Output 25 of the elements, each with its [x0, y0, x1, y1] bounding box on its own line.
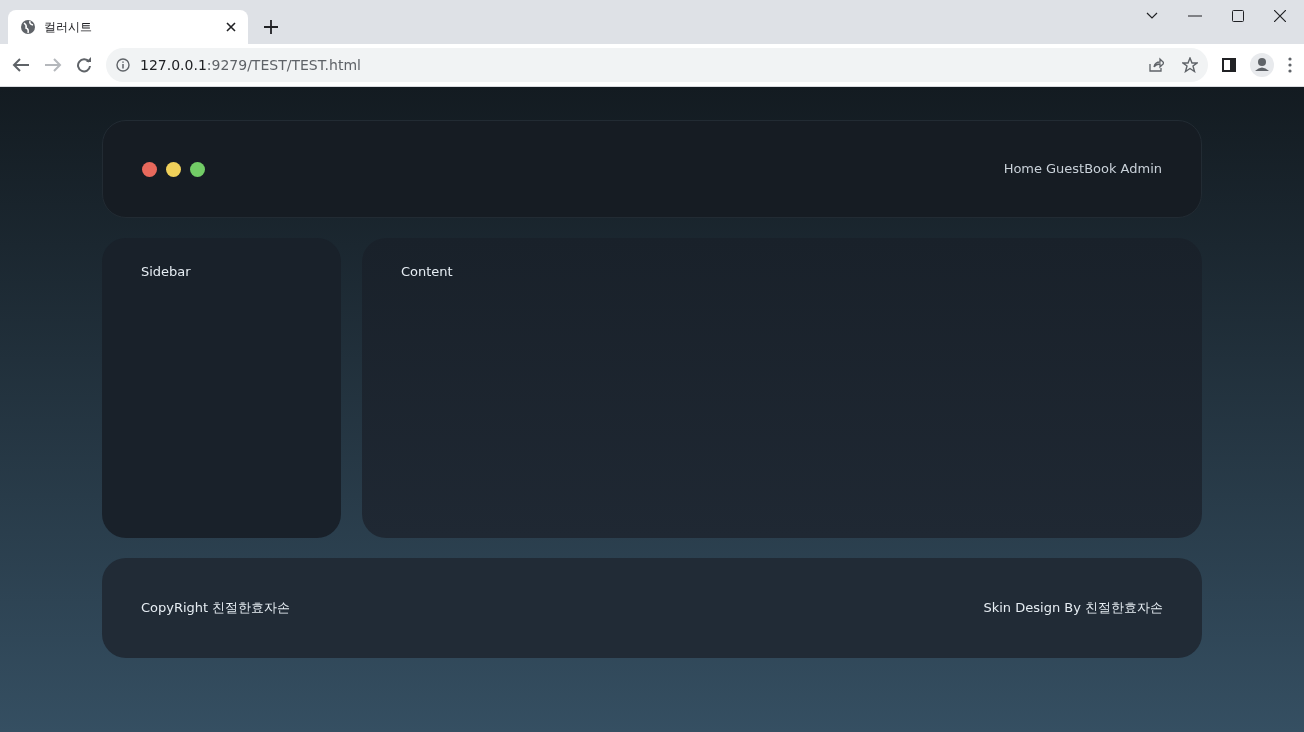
chevron-down-icon[interactable] [1146, 12, 1158, 20]
nav-link[interactable]: Admin [1120, 159, 1162, 179]
copyright-text: CopyRight 친절한효자손 [141, 599, 291, 618]
side-panel-icon[interactable] [1222, 58, 1236, 72]
globe-icon [20, 19, 36, 35]
tab-title: 컬러시트 [44, 19, 93, 36]
credit-text: Skin Design By 친절한효자손 [983, 599, 1163, 618]
address-bar[interactable]: 127.0.0.1:9279/TEST/TEST.html [106, 48, 1208, 82]
share-icon[interactable] [1148, 57, 1164, 73]
nav-link[interactable]: Home [1003, 159, 1042, 179]
url-text: 127.0.0.1:9279/TEST/TEST.html [140, 55, 362, 75]
back-arrow-icon[interactable] [12, 57, 30, 73]
menu-icon[interactable] [1288, 57, 1292, 73]
star-icon[interactable] [1182, 57, 1198, 73]
close-icon[interactable] [226, 22, 236, 32]
browser-tab[interactable]: 컬러시트 [8, 10, 248, 44]
close-icon[interactable] [1274, 10, 1286, 22]
nav-link[interactable]: GuestBook [1046, 159, 1117, 179]
new-tab-icon[interactable] [264, 20, 278, 34]
profile-icon[interactable] [1250, 53, 1274, 77]
sidebar-title: Sidebar [141, 264, 191, 279]
maximize-icon[interactable] [1232, 10, 1244, 22]
info-icon [116, 58, 130, 72]
content-title: Content [401, 264, 453, 279]
reload-icon[interactable] [76, 57, 92, 73]
